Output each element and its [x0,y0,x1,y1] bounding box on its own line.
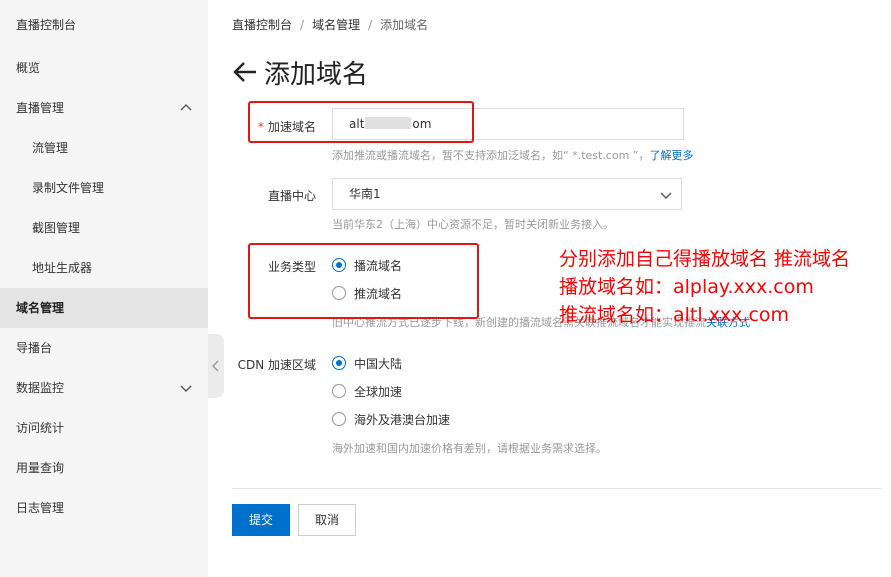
breadcrumb-current: 添加域名 [380,18,429,32]
radio-label: 海外及港澳台加速 [354,412,451,427]
domain-hint-text: 添加推流或播流域名，暂不支持添加泛域名，如“ *.test.com ”， [332,149,650,162]
chevron-up-icon [180,104,192,111]
sidebar-item-log-management[interactable]: 日志管理 [0,488,208,528]
sidebar-item-label: 截图管理 [32,221,81,235]
sidebar-item-label: 直播管理 [16,101,65,115]
cdn-region-hint: 海外加速和国内加速价格有差别，请根据业务需求选择。 [332,442,607,455]
submit-button[interactable]: 提交 [232,504,290,536]
radio-unchecked-icon [332,384,346,398]
radio-unchecked-icon [332,412,346,426]
domain-hint: 添加推流或播流域名，暂不支持添加泛域名，如“ *.test.com ”，了解更多 [332,147,694,163]
sidebar-item-access-stats[interactable]: 访问统计 [0,408,208,448]
sidebar-item-screenshot-management[interactable]: 截图管理 [0,208,208,248]
sidebar-item-label: 用量查询 [16,461,65,475]
chevron-left-icon [212,360,219,372]
page-title-row: 添加域名 [232,52,368,92]
breadcrumb-domain-management[interactable]: 域名管理 [312,18,360,32]
radio-label: 中国大陆 [354,356,403,371]
annotation-line-3: 推流域名如：altl.xxx.com [559,304,790,326]
sidebar-item-label: 录制文件管理 [32,181,105,195]
annotation-line-2: 播放域名如：alplay.xxx.com [559,276,814,298]
center-select-value: 华南1 [349,187,381,201]
sidebar-item-label: 域名管理 [16,301,65,315]
sidebar-item-recording-files[interactable]: 录制文件管理 [0,168,208,208]
radio-label: 全球加速 [354,384,403,399]
breadcrumb-console[interactable]: 直播控制台 [232,18,292,32]
breadcrumb-separator: / [368,18,373,32]
sidebar-item-label: 数据监控 [16,381,65,395]
chevron-down-icon [660,192,672,199]
cancel-button[interactable]: 取消 [298,504,356,536]
radio-checked-icon [332,356,346,370]
radio-global[interactable]: 全球加速 [332,381,402,401]
sidebar-item-address-generator[interactable]: 地址生成器 [0,248,208,288]
center-hint: 当前华东2（上海）中心资源不足，暂时关闭新业务接入。 [332,218,614,231]
chevron-down-icon [180,385,192,392]
sidebar-item-label: 日志管理 [16,501,65,515]
highlight-box-business-type [248,243,479,319]
sidebar-item-overview[interactable]: 概览 [0,48,208,88]
sidebar-item-label: 流管理 [32,141,69,155]
sidebar-item-usage-query[interactable]: 用量查询 [0,448,208,488]
breadcrumb-separator: / [300,18,305,32]
radio-overseas[interactable]: 海外及港澳台加速 [332,409,450,429]
sidebar-item-label: 访问统计 [16,421,65,435]
sidebar-item-label: 地址生成器 [32,261,93,275]
sidebar-item-director[interactable]: 导播台 [0,328,208,368]
sidebar-title: 直播控制台 [16,18,77,32]
sidebar: 直播控制台 概览 直播管理 流管理 录制文件管理 截图管理 地址生成器 域名管理… [0,0,208,577]
annotation-line-1: 分别添加自己得播放域名 推流域名 [559,248,851,270]
learn-more-link[interactable]: 了解更多 [650,149,694,162]
center-select[interactable]: 华南1 [332,178,682,210]
sidebar-item-label: 导播台 [16,341,53,355]
sidebar-item-stream-management[interactable]: 流管理 [0,128,208,168]
breadcrumb: 直播控制台 / 域名管理 / 添加域名 [232,16,428,33]
page-title: 添加域名 [264,59,369,90]
sidebar-item-domain-management[interactable]: 域名管理 [0,288,208,328]
cdn-region-label: CDN 加速区域 [237,358,316,372]
back-arrow-icon[interactable] [232,60,258,84]
sidebar-item-data-monitoring[interactable]: 数据监控 [0,368,208,408]
sidebar-item-label: 概览 [16,61,41,75]
sidebar-item-live-management[interactable]: 直播管理 [0,88,208,128]
center-label: 直播中心 [267,189,316,203]
highlight-box-domain [248,101,474,143]
sidebar-collapse-handle[interactable] [208,334,224,398]
radio-mainland-china[interactable]: 中国大陆 [332,353,402,373]
divider [232,488,882,489]
